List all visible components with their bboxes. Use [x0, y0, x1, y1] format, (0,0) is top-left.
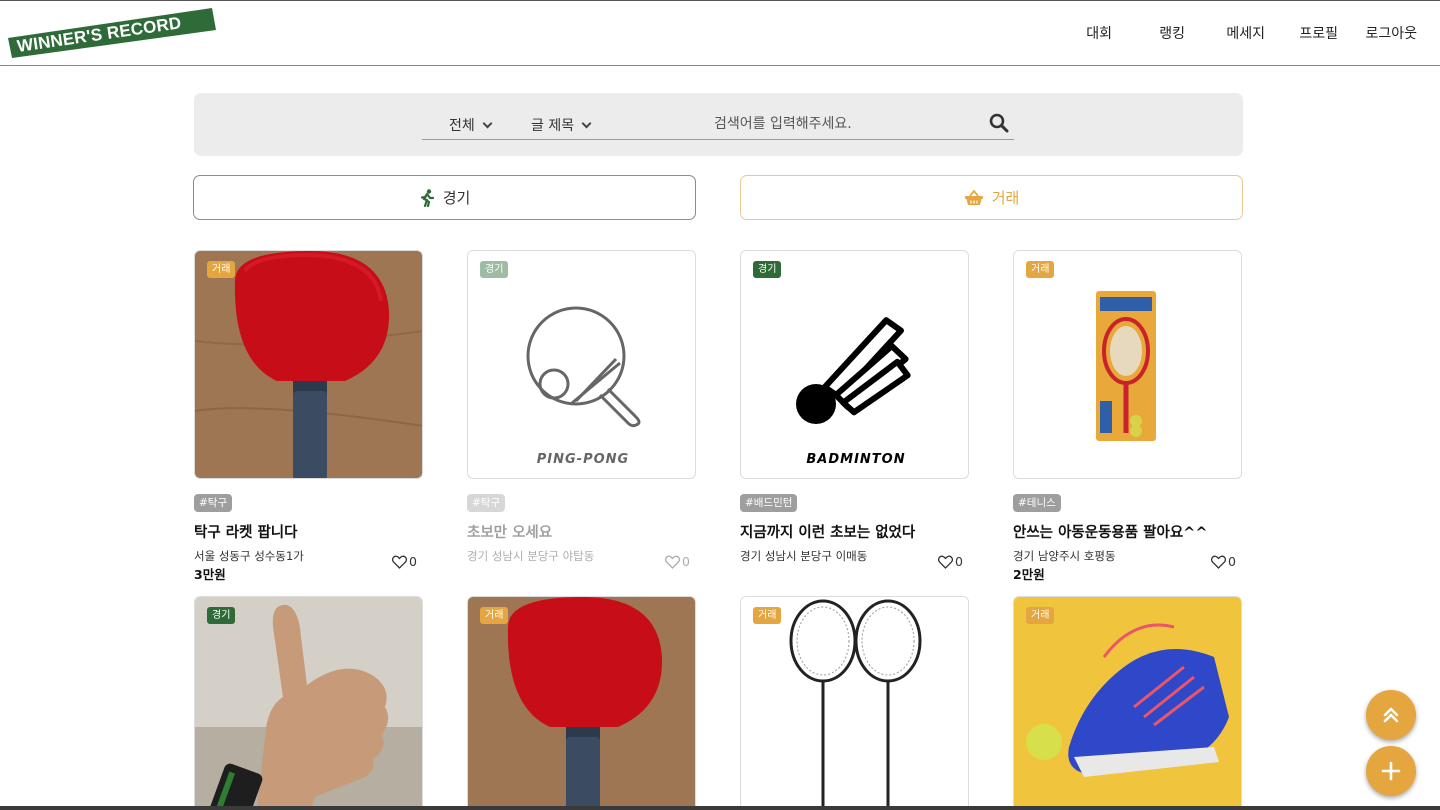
search-underline: [422, 139, 1014, 140]
nav-competition[interactable]: 대회: [1086, 23, 1112, 43]
post-title: 안쓰는 아동운동용품 팔아요^^: [1013, 525, 1208, 541]
post-thumbnail[interactable]: 거래: [467, 596, 696, 810]
chevron-down-icon: [482, 118, 493, 129]
post-card[interactable]: BADMINTON 경기 #배드민턴 지금까지 이런 초보는 없었다 경기 성남…: [740, 250, 969, 590]
post-type-badge: 경기: [753, 261, 782, 278]
post-location: 서울 성동구 성수동1가: [194, 549, 304, 563]
paddle-photo: [468, 597, 695, 810]
trade-category-button[interactable]: 거래: [740, 175, 1243, 220]
like-button[interactable]: 0: [392, 554, 417, 569]
sport-tag: #배드민턴: [740, 494, 798, 512]
post-location: 경기 성남시 분당구 이매동: [740, 549, 868, 563]
logo-text: WINNER'S RECORD: [16, 13, 183, 56]
post-location: 경기 성남시 분당구 야탑동: [467, 549, 595, 563]
like-count: 0: [409, 554, 417, 569]
post-title: 탁구 라켓 팝니다: [194, 525, 298, 541]
double-chevron-up-icon: [1383, 707, 1399, 723]
like-count: 0: [682, 554, 690, 569]
trade-category-label: 거래: [991, 189, 1020, 207]
kids-tennis-set-photo: [1096, 291, 1156, 441]
search-icon[interactable]: [989, 113, 1011, 135]
post-thumbnail[interactable]: 거래: [740, 596, 969, 810]
post-card[interactable]: 경기: [194, 596, 423, 810]
post-thumbnail[interactable]: 경기: [194, 596, 423, 810]
like-button[interactable]: 0: [938, 554, 963, 569]
post-title: 초보만 오세요: [467, 525, 553, 541]
sport-tag: #탁구: [467, 494, 506, 512]
chevron-down-icon: [581, 118, 592, 129]
search-bar: 전체 글 제목: [194, 93, 1243, 156]
post-title: 지금까지 이런 초보는 없었다: [740, 525, 916, 541]
sport-tag: #탁구: [194, 494, 233, 512]
add-post-button[interactable]: [1366, 746, 1416, 796]
svg-text:WINNER'S RECORD: WINNER'S RECORD: [16, 13, 183, 56]
shuttlecock-icon: BADMINTON: [796, 317, 911, 467]
thumbs-up-photo: [195, 597, 422, 810]
scope-select[interactable]: 전체: [449, 115, 493, 135]
post-thumbnail[interactable]: 거래: [1013, 596, 1242, 810]
post-price: 3만원: [194, 567, 226, 582]
post-type-badge: 경기: [207, 607, 236, 624]
post-type-badge: 거래: [480, 607, 509, 624]
post-thumbnail[interactable]: PING-PONG 경기: [467, 250, 696, 479]
post-card[interactable]: 거래: [740, 596, 969, 810]
heart-icon: [665, 555, 681, 569]
nav-profile[interactable]: 프로필: [1299, 23, 1338, 43]
nav-message[interactable]: 메세지: [1226, 23, 1265, 43]
svg-text:PING-PONG: PING-PONG: [537, 452, 629, 467]
like-button[interactable]: 0: [665, 554, 690, 569]
svg-text:BADMINTON: BADMINTON: [806, 452, 905, 467]
post-card[interactable]: 거래 #탁구 탁구 라켓 팝니다 서울 성동구 성수동1가 3만원 0: [194, 250, 423, 590]
nav-ranking[interactable]: 랭킹: [1159, 23, 1185, 43]
post-type-badge: 거래: [753, 607, 782, 624]
field-select-value: 글 제목: [531, 118, 575, 134]
heart-icon: [392, 555, 408, 569]
post-card[interactable]: 거래: [467, 596, 696, 810]
paddle-photo: [195, 251, 422, 478]
window-bottom-edge: [0, 806, 1440, 810]
field-select[interactable]: 글 제목: [531, 115, 592, 135]
post-thumbnail[interactable]: 거래: [194, 250, 423, 479]
badminton-rackets-photo: [741, 597, 968, 810]
logo[interactable]: WINNER'S RECORD: [8, 8, 218, 58]
search-input[interactable]: [714, 112, 984, 136]
post-thumbnail[interactable]: BADMINTON 경기: [740, 250, 969, 479]
nav-logout[interactable]: 로그아웃: [1365, 23, 1417, 43]
post-thumbnail[interactable]: 거래: [1013, 250, 1242, 479]
like-count: 0: [955, 554, 963, 569]
top-navbar: WINNER'S RECORD 대회 랭킹 메세지 프로필 로그아웃: [0, 0, 1440, 66]
like-button[interactable]: 0: [1211, 554, 1236, 569]
running-person-icon: [419, 188, 435, 207]
post-card[interactable]: 거래: [1013, 596, 1242, 810]
scroll-top-button[interactable]: [1366, 690, 1416, 740]
heart-icon: [1211, 555, 1227, 569]
like-count: 0: [1228, 554, 1236, 569]
ping-pong-icon: PING-PONG: [526, 306, 641, 467]
post-type-badge: 거래: [207, 261, 236, 278]
plus-icon: [1381, 761, 1401, 781]
sport-tag: #테니스: [1013, 494, 1061, 512]
post-card[interactable]: PING-PONG 경기 #탁구 초보만 오세요 경기 성남시 분당구 야탑동 …: [467, 250, 696, 590]
post-location: 경기 남양주시 호평동: [1013, 549, 1116, 563]
post-price: 2만원: [1013, 567, 1045, 582]
post-type-badge: 거래: [1026, 607, 1055, 624]
basket-icon: [964, 189, 984, 206]
post-type-badge: 경기: [480, 261, 509, 278]
post-type-badge: 거래: [1026, 261, 1055, 278]
match-category-button[interactable]: 경기: [193, 175, 696, 220]
match-category-label: 경기: [442, 189, 471, 207]
heart-icon: [938, 555, 954, 569]
sneakers-photo: [1014, 597, 1241, 810]
post-card[interactable]: 거래 #테니스 안쓰는 아동운동용품 팔아요^^ 경기 남양주시 호평동 2만원…: [1013, 250, 1242, 590]
scope-select-value: 전체: [449, 118, 475, 134]
